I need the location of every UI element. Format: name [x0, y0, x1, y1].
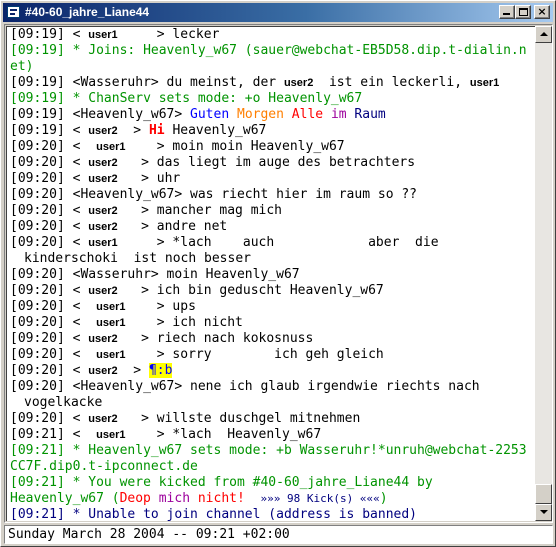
- nick-label: user1: [88, 29, 118, 41]
- log-line: [09:20] < user2 > riech nach kokosnuss: [10, 331, 314, 346]
- log-line: [09:19] < user2 > Hi Heavenly_w67: [10, 123, 267, 138]
- log-line-continuation: Heavenly_w67 (Deop mich nicht! »»» 98 Ki…: [10, 491, 388, 506]
- nick-label: user2: [88, 173, 118, 185]
- log-line: [09:20] < user1 > ich nicht: [10, 315, 243, 330]
- nick-label: user2: [88, 125, 118, 137]
- log-line: [09:20] < user1 > *lach auch aber die: [10, 235, 439, 250]
- log-line: [09:21] < user1 > *lach Heavenly_w67: [10, 427, 322, 442]
- close-icon: ×: [537, 5, 547, 18]
- log-line: [09:19] <Wasseruhr> du meinst, der user2…: [10, 75, 500, 90]
- minimize-icon: [503, 13, 510, 15]
- nick-label: user2: [88, 285, 118, 297]
- log-line: [09:21] * You were kicked from #40-60_ja…: [10, 475, 433, 490]
- nick-label: user2: [88, 205, 118, 217]
- close-button[interactable]: ×: [534, 5, 550, 19]
- arrow-up-icon: [540, 32, 548, 36]
- log-line: [09:19] <Heavenly_w67> Guten Morgen Alle…: [10, 107, 386, 122]
- vertical-scrollbar[interactable]: [535, 26, 552, 521]
- nick-label: user1: [96, 429, 126, 441]
- log-line: [09:20] <Heavenly_w67> was riecht hier i…: [10, 187, 417, 202]
- nick-label: user2: [283, 77, 314, 89]
- title-bar[interactable]: #40-60_jahre_Liane44 ×: [3, 3, 553, 22]
- minimize-button[interactable]: [499, 5, 515, 19]
- window-title: #40-60_jahre_Liane44: [25, 5, 150, 19]
- channel-window-icon[interactable]: [7, 6, 20, 18]
- log-line: [09:20] < user2 > andre net: [10, 219, 228, 234]
- log-line: [09:20] < user1 > ups: [10, 299, 196, 314]
- arrow-down-icon: [540, 510, 548, 514]
- status-text: Sunday March 28 2004 -- 09:21 +02:00: [8, 527, 290, 542]
- irc-window: #40-60_jahre_Liane44 × [09:19] < user1 >…: [0, 0, 556, 547]
- log-line: [09:21] * Heavenly_w67 sets mode: +b Was…: [10, 443, 527, 474]
- nick-label: user2: [88, 157, 118, 169]
- nick-label: user2: [88, 221, 118, 233]
- log-line: [09:20] < user1 > sorry ich geh gleich: [10, 347, 384, 362]
- scroll-down-button[interactable]: [535, 504, 552, 521]
- log-line: [09:20] < user2 > ich bin geduscht Heave…: [10, 283, 384, 298]
- scroll-thumb[interactable]: [535, 484, 552, 504]
- log-line: [09:19] * Joins: Heavenly_w67 (sauer@web…: [10, 43, 527, 74]
- log-line: [09:19] * ChanServ sets mode: +o Heavenl…: [10, 91, 363, 106]
- nick-label: user1: [469, 77, 500, 89]
- nick-label: user1: [96, 317, 126, 329]
- kick-counter: »»» 98 Kick(s) «««: [260, 492, 380, 505]
- nick-label: user2: [88, 333, 118, 345]
- log-line: [09:20] < user1 > moin moin Heavenly_w67: [10, 139, 345, 154]
- maximize-icon: [519, 8, 528, 16]
- maximize-button[interactable]: [515, 5, 531, 19]
- log-line-continuation: kinderschoki ist noch besser: [24, 251, 251, 266]
- log-line: [09:20] < user2 > ¶:b: [10, 363, 173, 378]
- log-line: [09:20] < user2 > das liegt im auge des …: [10, 155, 416, 170]
- nick-label: user2: [88, 413, 118, 425]
- log-line: [09:20] < user2 > willste duschgel mitne…: [10, 411, 361, 426]
- smiley-text: ¶:b: [148, 363, 173, 378]
- nick-label: user2: [88, 365, 118, 377]
- log-line: [09:20] < user2 > uhr: [10, 171, 181, 186]
- nick-label: user1: [88, 237, 118, 249]
- log-line: [09:20] < user2 > mancher mag mich: [10, 203, 283, 218]
- nick-label: user1: [96, 301, 126, 313]
- chat-log[interactable]: [09:19] < user1 > lecker [09:19] * Joins…: [6, 26, 535, 521]
- message-list: [09:19] < user1 > lecker [09:19] * Joins…: [10, 27, 534, 521]
- log-line-continuation: vogelkacke: [24, 395, 103, 410]
- log-line: [09:19] < user1 > lecker: [10, 27, 220, 42]
- nick-label: user1: [96, 349, 126, 361]
- log-line: [09:20] <Heavenly_w67> nene ich glaub ir…: [10, 379, 480, 394]
- nick-label: user1: [96, 141, 126, 153]
- log-line: [09:20] <Wasseruhr> moin Heavenly_w67: [10, 267, 300, 282]
- log-line: [09:21] * Unable to join channel (addres…: [10, 507, 417, 521]
- scroll-up-button[interactable]: [535, 26, 552, 43]
- status-bar: Sunday March 28 2004 -- 09:21 +02:00: [4, 525, 553, 544]
- chat-frame: [09:19] < user1 > lecker [09:19] * Joins…: [4, 24, 553, 523]
